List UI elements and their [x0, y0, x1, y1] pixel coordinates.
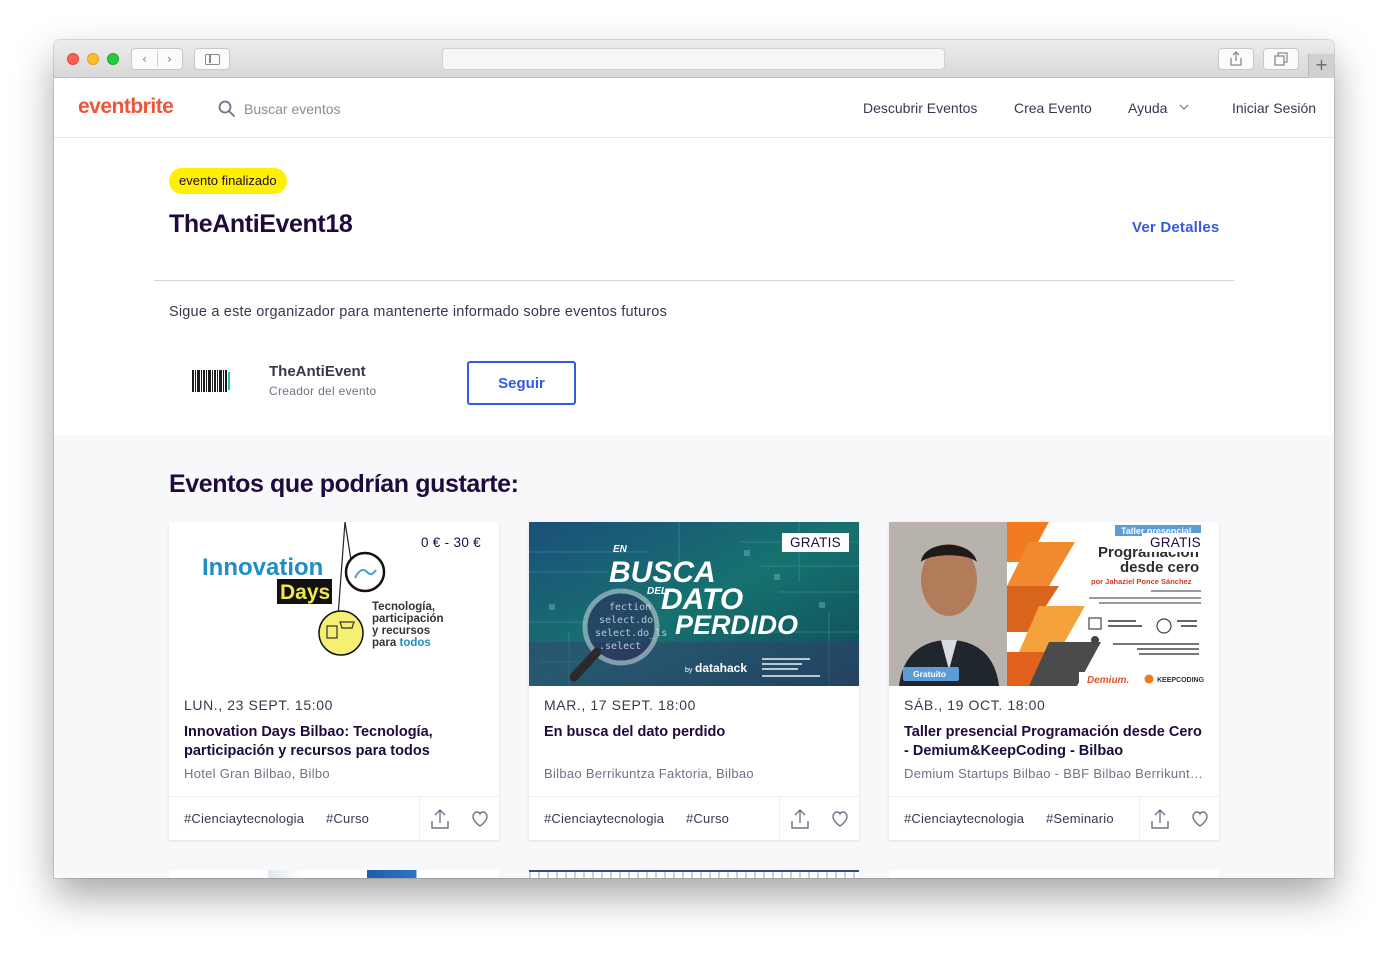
artwork-line2: participación: [372, 613, 444, 625]
address-bar[interactable]: [442, 48, 945, 70]
artwork-brand2: KEEPCODING: [1157, 677, 1205, 684]
close-window-button[interactable]: [67, 53, 79, 65]
event-date: LUN., 23 SEPT. 15:00: [184, 697, 333, 713]
artwork-free-label: Gratuito: [913, 669, 946, 679]
heart-icon[interactable]: [1190, 809, 1210, 829]
event-card-peek[interactable]: [169, 870, 499, 878]
tab-overview-button[interactable]: [1263, 48, 1299, 70]
card-footer: #Cienciaytecnologia #Curso: [169, 796, 499, 841]
nav-help[interactable]: Ayuda: [1128, 100, 1167, 116]
tag-link[interactable]: #Cienciaytecnologia: [904, 811, 1024, 826]
browser-share-button[interactable]: [1218, 48, 1254, 70]
artwork-brand-bottom: Days: [280, 581, 330, 604]
event-card-title[interactable]: Innovation Days Bilbao: Tecnología, part…: [184, 723, 484, 761]
new-tab-button[interactable]: +: [1308, 54, 1334, 78]
follow-prompt: Sigue a este organizador para mantenerte…: [169, 304, 668, 320]
event-card[interactable]: Innovation Days Tecnología, participació…: [169, 522, 499, 841]
event-card[interactable]: fection select.do select.do_ls .select EN B…: [529, 522, 859, 841]
card-footer: #Cienciaytecnologia #Seminario: [889, 796, 1219, 841]
svg-text:select.do: select.do: [599, 615, 653, 626]
search-icon[interactable]: [218, 100, 236, 118]
artwork-en: EN: [613, 544, 628, 555]
event-card-peek[interactable]: [529, 870, 859, 878]
organizer-name[interactable]: TheAntiEvent: [269, 363, 366, 380]
nav-discover-events[interactable]: Descubrir Eventos: [863, 100, 977, 116]
share-icon[interactable]: [1150, 808, 1170, 830]
event-card-title[interactable]: Taller presencial Programación desde Cer…: [904, 723, 1204, 761]
artwork-line1: Tecnología,: [372, 601, 435, 613]
event-image[interactable]: Taller presencial Programación desde cer…: [889, 522, 1219, 686]
event-venue: Demium Startups Bilbao - BBF Bilbao Berr…: [904, 766, 1209, 781]
event-venue: Hotel Gran Bilbao, Bilbo: [184, 766, 330, 781]
organizer-role: Creador del evento: [269, 384, 377, 398]
event-image[interactable]: fection select.do select.do_ls .select EN B…: [529, 522, 859, 686]
nav-create-event[interactable]: Crea Evento: [1014, 100, 1092, 116]
tabs-icon: [1274, 52, 1288, 66]
chevron-down-icon[interactable]: [1178, 101, 1190, 113]
sidebar-toggle-button[interactable]: [194, 48, 230, 70]
event-venue: Bilbao Berrikuntza Faktoria, Bilbao: [544, 766, 754, 781]
browser-toolbar: ‹ › +: [54, 40, 1334, 78]
svg-text:para todos: para todos: [372, 637, 431, 649]
site-header: eventbrite Descubrir Eventos Crea Evento…: [54, 78, 1334, 138]
follow-button[interactable]: Seguir: [467, 361, 576, 405]
browser-window: ‹› + eventbrite Descubrir Eventos Crea E…: [54, 40, 1334, 878]
card-footer: #Cienciaytecnologia #Curso: [529, 796, 859, 841]
heart-icon[interactable]: [470, 809, 490, 829]
price-badge: GRATIS: [1141, 533, 1209, 552]
artwork-line3: y recursos: [372, 625, 430, 637]
price-badge: GRATIS: [781, 533, 849, 552]
suggested-events-section: Eventos que podrían gustarte: Innovation…: [54, 435, 1334, 878]
search-input[interactable]: [244, 98, 444, 120]
status-badge: evento finalizado: [169, 168, 287, 194]
event-date: MAR., 17 SEPT. 18:00: [544, 697, 697, 713]
artwork-brand: datahack: [695, 661, 747, 675]
tag-link[interactable]: #Curso: [686, 811, 729, 826]
organizer-logo[interactable]: [190, 366, 232, 396]
share-icon[interactable]: [430, 808, 450, 830]
tag-link[interactable]: #Cienciaytecnologia: [544, 811, 664, 826]
back-icon[interactable]: ‹: [132, 49, 157, 69]
event-image[interactable]: Innovation Days Tecnología, participació…: [169, 522, 499, 686]
price-badge: 0 € - 30 €: [412, 533, 489, 552]
event-date: SÁB., 19 OCT. 18:00: [904, 697, 1046, 713]
view-details-link[interactable]: Ver Detalles: [1132, 219, 1219, 236]
event-card-title[interactable]: En busca del dato perdido: [544, 723, 844, 742]
artwork-brand-top: Innovation: [202, 554, 323, 581]
artwork-byline: por Jahaziel Ponce Sánchez: [1091, 577, 1192, 586]
svg-text:.select: .select: [599, 641, 641, 652]
event-title: TheAntiEvent18: [169, 210, 353, 238]
tag-link[interactable]: #Seminario: [1046, 811, 1114, 826]
artwork-perdido: PERDIDO: [675, 610, 798, 640]
artwork-by: by: [685, 667, 693, 674]
minimize-window-button[interactable]: [87, 53, 99, 65]
event-card[interactable]: Taller presencial Programación desde cer…: [889, 522, 1219, 841]
tag-link[interactable]: #Curso: [326, 811, 369, 826]
nav-login[interactable]: Iniciar Sesión: [1232, 100, 1316, 116]
eventbrite-logo[interactable]: eventbrite: [78, 95, 174, 119]
zoom-window-button[interactable]: [107, 53, 119, 65]
artwork-headline2: desde cero: [1120, 559, 1199, 576]
artwork-line4a: para: [372, 637, 400, 649]
section-title: Eventos que podrían gustarte:: [169, 470, 519, 498]
sidebar-icon: [205, 54, 220, 65]
artwork-line4b: todos: [400, 637, 431, 649]
artwork-brand1: Demium.: [1087, 675, 1129, 686]
tag-link[interactable]: #Cienciaytecnologia: [184, 811, 304, 826]
share-icon[interactable]: [790, 808, 810, 830]
forward-icon[interactable]: ›: [157, 49, 182, 69]
svg-text:select.do_ls: select.do_ls: [595, 628, 667, 639]
svg-text:fection: fection: [609, 602, 651, 613]
divider: [154, 280, 1234, 281]
share-icon: [1230, 51, 1242, 66]
history-nav: ‹ ›: [131, 48, 183, 70]
event-card-peek[interactable]: [889, 870, 1219, 878]
heart-icon[interactable]: [830, 809, 850, 829]
